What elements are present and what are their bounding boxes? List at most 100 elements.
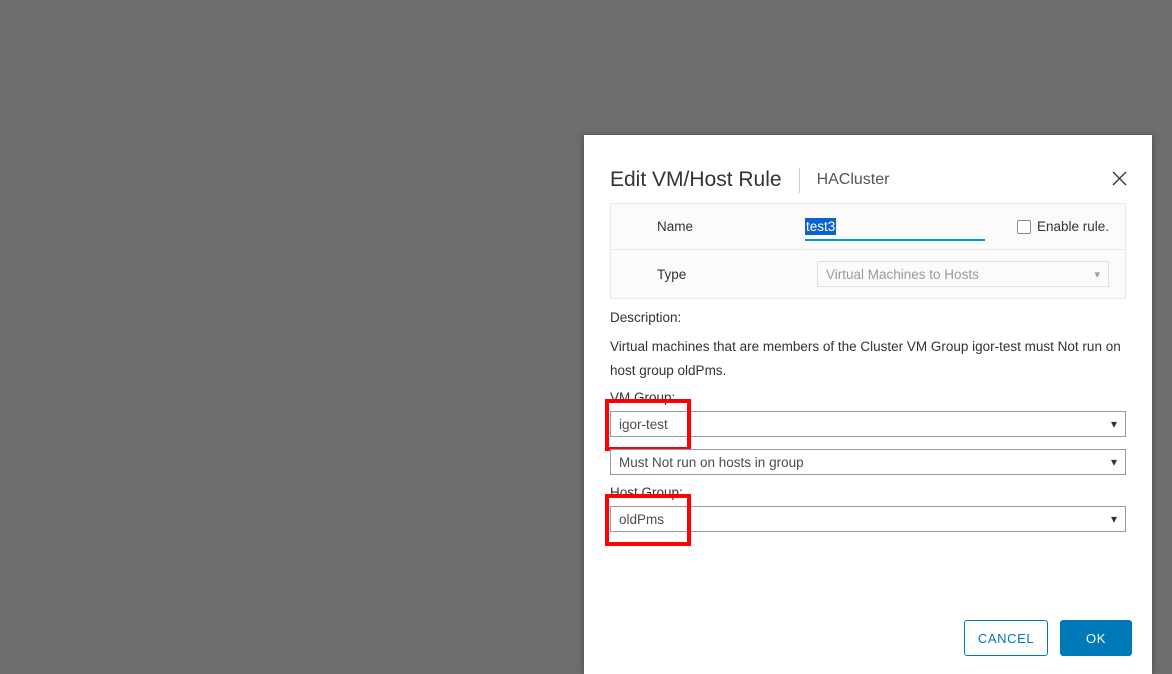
- subnav-group-services[interactable]: Services ▾: [306, 88, 550, 117]
- actions-menu-button[interactable]: ACTIONS: [487, 15, 555, 29]
- tree-item-octopus-compose-latest-1-0-101[interactable]: octopus-compose-latest-1.0.101: [0, 610, 304, 635]
- subnav-item-vsphere-drs[interactable]: vSphere DRS: [306, 117, 550, 144]
- tree-item-alex32[interactable]: ALEX32: [0, 310, 304, 335]
- error-badge-icon: [49, 237, 57, 246]
- name-input[interactable]: test3: [805, 217, 985, 241]
- running-badge-icon: [52, 488, 58, 495]
- edit-vm-host-rule-dialog: Edit VM/Host Rule HACluster Name test3 E…: [584, 135, 1152, 674]
- ok-button[interactable]: OK: [1060, 620, 1132, 656]
- subnav-item-vm-host-groups[interactable]: VM/Host Groups: [306, 308, 550, 335]
- tree-item-10-62-0-64[interactable]: 10.62.0.64: [0, 235, 304, 260]
- running-badge-icon: [52, 413, 58, 420]
- chevron-down-icon[interactable]: ▾: [518, 96, 524, 109]
- subnav-item-key-provider[interactable]: Key Provider: [306, 254, 550, 281]
- tree-item-label: igors-fat-vm: [62, 540, 134, 555]
- subnav-group-licensing[interactable]: Licensing ▾: [306, 470, 550, 499]
- subnav-item-trust-authority[interactable]: Trust Authority: [306, 553, 550, 580]
- subnav-scrollbar-thumb[interactable]: [540, 94, 547, 584]
- tab-configure[interactable]: Configure: [498, 51, 593, 76]
- object-tabs[interactable]: Summary Monitor Configure Permissions Hosts V…: [306, 44, 1172, 76]
- subnav-item-vm-overrides[interactable]: VM Overrides: [306, 362, 550, 389]
- plus-icon[interactable]: +: [567, 129, 579, 152]
- chevron-left-icon[interactable]: [274, 7, 298, 31]
- subnav-item-supervisor-cluster[interactable]: Supervisor Cluster: [306, 526, 550, 553]
- host-group-label: Host Group:: [610, 485, 683, 501]
- vm-icon: [39, 390, 55, 406]
- subnav-item-vsphere-availability[interactable]: vSphere Availability: [306, 144, 550, 171]
- vm-icon: [39, 488, 58, 506]
- tree-item-hacluster[interactable]: HACluster: [0, 135, 304, 160]
- chevron-down-icon[interactable]: ▾: [518, 179, 524, 192]
- inventory-tree[interactable]: 10.62.0.19 Datacenter HACluster 10.62.0.152…: [0, 79, 304, 674]
- tab-hosts[interactable]: Hosts: [703, 51, 773, 75]
- tree-item-igor-octopus-compose-1-0-77[interactable]: igor-octopus-compose-1.0.77: [0, 385, 304, 410]
- subnav-item-scheduled-tasks[interactable]: Scheduled Tasks: [306, 607, 550, 634]
- subnav-item-quickstart[interactable]: Quickstart: [306, 200, 550, 227]
- tree-item-igor-test2222[interactable]: igor-test2222: [0, 485, 304, 510]
- close-icon[interactable]: [1109, 170, 1130, 191]
- subnav-item-i-o-filters[interactable]: I/O Filters: [306, 389, 550, 416]
- error-badge-icon: [49, 162, 57, 171]
- vm-icon: [39, 640, 55, 656]
- tree-item-akrylov[interactable]: akrylov: [0, 285, 304, 310]
- tree-item-igor-testsuper[interactable]: igor-testSuper: [0, 510, 304, 535]
- vm-group-select[interactable]: igor-test ▾: [610, 411, 1126, 438]
- chevron-down-icon[interactable]: ▾: [518, 642, 524, 655]
- affinity-select[interactable]: Must Not run on hosts in group ▾: [610, 449, 1126, 476]
- tree-item-10-62-0-23[interactable]: 10.62.0.23: [0, 210, 304, 235]
- tab-networks[interactable]: Networks: [936, 51, 1028, 75]
- description-text: Virtual machines that are members of the…: [610, 339, 1121, 378]
- tree-item-avasin-test1[interactable]: avasin-test1: [0, 360, 304, 385]
- inventory-scrollbar-thumb[interactable]: [292, 86, 300, 486]
- subnav-item-vm-host-rules[interactable]: VM/Host Rules: [333, 335, 550, 362]
- tree-item-igor-test-rdm[interactable]: igor-test-RDM: [0, 435, 304, 460]
- tree-item-10-62-0-19[interactable]: 10.62.0.19: [0, 85, 304, 110]
- tree-item-alex-test-new1[interactable]: ALEX_TEST_NEW1: [0, 335, 304, 360]
- name-label: Name: [657, 219, 694, 234]
- running-badge-icon: [52, 438, 58, 445]
- subnav-group-label: vSphere Cluster Services: [343, 641, 506, 656]
- vms-templates-icon[interactable]: [8, 46, 34, 72]
- tree-item-igor-test1[interactable]: igor-test1: [0, 460, 304, 485]
- subnav-group-vsphere-cluster-services[interactable]: vSphere Cluster Services ▾: [306, 634, 550, 663]
- tree-item-igor-octopus1[interactable]: igor-octopus1: [0, 410, 304, 435]
- subnav-item-vsan-cluster[interactable]: vSAN Cluster: [306, 499, 550, 526]
- subnav-item-general[interactable]: General: [306, 227, 550, 254]
- tree-item-octopus-compose-latest-1-0-82[interactable]: octopus-compose-latest-1.0.82: [0, 635, 304, 660]
- tab-permissions[interactable]: Permissions: [592, 51, 702, 75]
- chevron-down-icon[interactable]: ▾: [518, 478, 524, 491]
- running-badge-icon: [52, 338, 58, 345]
- vm-group-label: VM Group:: [610, 390, 676, 406]
- tab-updates[interactable]: Updates: [1028, 51, 1114, 75]
- subnav-group-configuration[interactable]: Configuration ▾: [306, 171, 550, 200]
- cancel-button[interactable]: CANCEL: [964, 620, 1048, 656]
- tree-item-datacenter[interactable]: Datacenter: [0, 110, 304, 135]
- tab-vms[interactable]: VMs: [772, 51, 834, 75]
- tree-item-akaloshin[interactable]: akaloshin: [0, 260, 304, 285]
- subnav-item-host-profile[interactable]: Host Profile: [306, 443, 550, 470]
- subnav-item-host-options[interactable]: Host Options: [306, 416, 550, 443]
- tree-item-octopus-compose-1-0-82-idmitrienko[interactable]: octopus-compose-1.0.82-idmitrienko: [0, 560, 304, 585]
- tree-item-octopus-compose-latest[interactable]: octopus-compose-latest: [0, 585, 304, 610]
- tree-item-10-62-0-152[interactable]: 10.62.0.152: [0, 160, 304, 185]
- storage-icon[interactable]: [64, 46, 90, 72]
- tree-item-10-62-0-22[interactable]: 10.62.0.22: [0, 185, 304, 210]
- enable-rule-checkbox[interactable]: [1016, 219, 1031, 234]
- type-label: Type: [657, 266, 687, 282]
- enable-rule-checkbox-group[interactable]: Enable rule.: [1016, 219, 1109, 234]
- tree-item-label: 10.62.0.152: [62, 165, 134, 180]
- tree-item-igors-fat-vm[interactable]: igors-fat-vm: [0, 535, 304, 560]
- vm-icon: [39, 313, 58, 331]
- dialog-title: Edit VM/Host Rule: [610, 168, 782, 191]
- host-group-select[interactable]: oldPms ▾: [610, 506, 1126, 533]
- tab-datastores[interactable]: Datastores: [834, 51, 936, 75]
- subnav-item-vmware-evc[interactable]: VMware EVC: [306, 281, 550, 308]
- tab-summary[interactable]: Summary: [323, 51, 417, 75]
- inventory-scrollbar-track[interactable]: [292, 86, 302, 591]
- tab-monitor[interactable]: Monitor: [417, 51, 498, 75]
- networking-icon[interactable]: [120, 46, 146, 72]
- configure-subnav[interactable]: Services ▾ vSphere DRS vSphere Availability…: [306, 76, 551, 674]
- subnav-item-alarm-definitions[interactable]: Alarm Definitions: [306, 580, 550, 607]
- plus-icon[interactable]: +: [567, 323, 579, 346]
- tree-item-label: HACluster: [38, 140, 100, 155]
